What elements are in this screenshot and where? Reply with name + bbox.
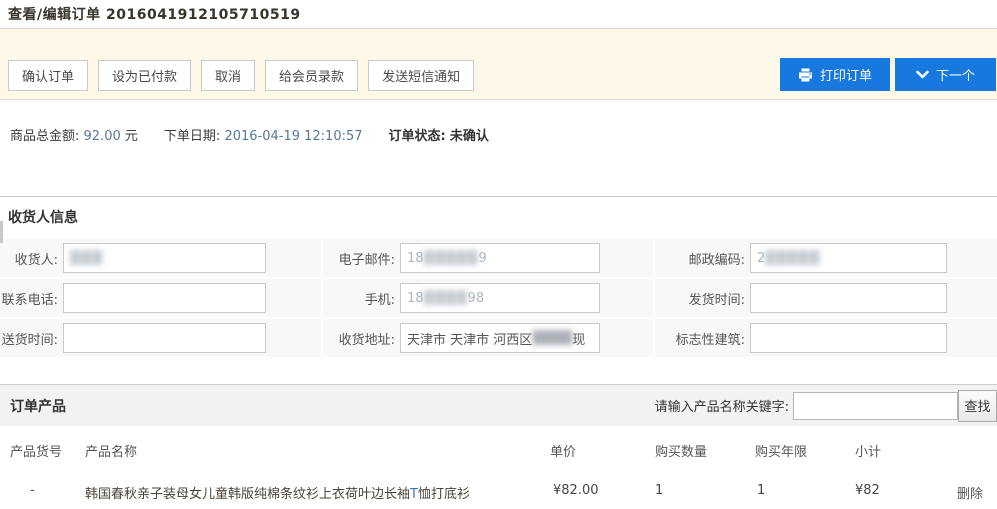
col-header-subtotal: 小计: [845, 426, 940, 469]
products-table: 产品货号 产品名称 单价 购买数量 购买年限 小计 - 韩国春秋亲子装母女儿童韩…: [0, 426, 997, 509]
product-sku-cell: -: [0, 469, 75, 509]
cancel-button[interactable]: 取消: [201, 60, 255, 91]
consignee-name-input[interactable]: ▓▓▓: [63, 243, 266, 273]
product-years-cell: 1: [745, 469, 845, 509]
mobile-visible-prefix: 18: [407, 291, 424, 306]
email-visible-prefix: 18: [407, 251, 424, 266]
print-order-label: 打印订单: [820, 65, 872, 84]
send-sms-button[interactable]: 发送短信通知: [368, 60, 474, 91]
order-date-value: 2016-04-19 12:10:57: [224, 129, 362, 144]
field-consignee-name: 收货人: ▓▓▓: [0, 239, 321, 277]
col-header-years: 购买年限: [745, 426, 845, 469]
order-summary: 商品总金额: 92.00 元 下单日期: 2016-04-19 12:10:57…: [0, 100, 997, 162]
field-address: 收货地址: 天津市 天津市 河西区▓▓▓▓现: [323, 319, 653, 357]
email-input[interactable]: 18▓▓▓▓▓9: [400, 243, 600, 273]
panel-collapse-handle[interactable]: [0, 221, 3, 243]
order-status: 订单状态: 未确认: [389, 125, 489, 144]
col-header-quantity: 购买数量: [645, 426, 745, 469]
product-name-cell: 韩国春秋亲子装母女儿童韩版纯棉条纹衫上衣荷叶边长袖T恤打底衫: [75, 469, 540, 509]
product-search-button[interactable]: 查找: [958, 390, 997, 422]
total-amount: 商品总金额: 92.00 元: [10, 125, 138, 144]
total-amount-value: 92.00: [84, 129, 121, 144]
delivery-time-input[interactable]: [63, 323, 266, 353]
redacted-text: ▓▓▓▓: [532, 331, 572, 346]
product-name-text: 韩国春秋亲子装母女儿童韩版纯棉条纹衫上衣荷叶边长袖: [85, 487, 410, 502]
toolbar-left-group: 确认订单 设为已付款 取消 给会员录款 发送短信通知: [8, 60, 474, 91]
delete-product-link[interactable]: 删除: [957, 487, 983, 502]
record-member-payment-button[interactable]: 给会员录款: [265, 60, 358, 91]
col-header-action: [940, 426, 997, 469]
redacted-text: ▓▓▓▓▓: [424, 251, 479, 266]
product-price-cell: ¥82.00: [540, 469, 645, 509]
phone-input[interactable]: [63, 283, 266, 313]
product-name-highlight: T: [410, 487, 418, 502]
order-date-label: 下单日期:: [164, 129, 220, 144]
field-landmark: 标志性建筑:: [655, 319, 997, 357]
print-order-button[interactable]: 打印订单: [780, 58, 890, 91]
product-search-label: 请输入产品名称关键字:: [655, 396, 789, 415]
product-quantity-cell: 1: [645, 469, 745, 509]
consignee-section-title: 收货人信息: [0, 197, 997, 233]
field-delivery-time: 送货时间:: [0, 319, 321, 357]
address-input[interactable]: 天津市 天津市 河西区▓▓▓▓现: [400, 323, 600, 353]
col-header-sku: 产品货号: [0, 426, 75, 469]
address-visible-prefix: 天津市 天津市 河西区: [407, 329, 532, 348]
delivery-time-label: 送货时间:: [0, 329, 58, 348]
address-visible-suffix: 现: [572, 329, 585, 348]
ship-time-input[interactable]: [750, 283, 947, 313]
products-section-header: 订单产品 请输入产品名称关键字: 查找: [0, 384, 997, 426]
address-label: 收货地址:: [323, 329, 395, 348]
printer-icon: [798, 68, 813, 82]
order-status-label: 订单状态:: [389, 129, 446, 144]
product-action-cell: 删除: [940, 469, 997, 509]
consignee-form: 收货人: ▓▓▓ 电子邮件: 18▓▓▓▓▓9 邮政编码: 2▓▓▓▓▓ 联系电…: [0, 239, 997, 357]
product-search-group: 请输入产品名称关键字: 查找: [655, 390, 997, 422]
postcode-visible-prefix: 2: [757, 251, 765, 266]
mobile-visible-suffix: 98: [468, 291, 485, 306]
mobile-label: 手机:: [323, 289, 395, 308]
consignee-name-label: 收货人:: [0, 249, 58, 268]
page-title: 查看/编辑订单 2016041912105710519: [8, 4, 301, 24]
redacted-text: ▓▓▓▓: [424, 291, 468, 306]
product-search-input[interactable]: [793, 392, 958, 420]
order-toolbar: 确认订单 设为已付款 取消 给会员录款 发送短信通知 打印订单 下一个: [0, 29, 997, 100]
email-label: 电子邮件:: [323, 249, 395, 268]
postcode-input[interactable]: 2▓▓▓▓▓: [750, 243, 947, 273]
field-mobile: 手机: 18▓▓▓▓98: [323, 279, 653, 317]
product-subtotal-cell: ¥82: [845, 469, 940, 509]
redacted-text: ▓▓▓: [70, 251, 103, 266]
field-postcode: 邮政编码: 2▓▓▓▓▓: [655, 239, 997, 277]
next-order-button[interactable]: 下一个: [895, 58, 996, 91]
chevron-down-icon: [916, 70, 929, 79]
products-section-title: 订单产品: [10, 396, 66, 416]
landmark-input[interactable]: [750, 323, 947, 353]
consignee-section: 收货人信息 收货人: ▓▓▓ 电子邮件: 18▓▓▓▓▓9 邮政编码: 2▓▓▓…: [0, 196, 997, 357]
order-status-badge: 未确认: [450, 129, 489, 144]
confirm-order-button[interactable]: 确认订单: [8, 60, 88, 91]
set-paid-button[interactable]: 设为已付款: [98, 60, 191, 91]
col-header-name: 产品名称: [75, 426, 540, 469]
product-name-text-tail: 恤打底衫: [418, 487, 470, 502]
order-date: 下单日期: 2016-04-19 12:10:57: [164, 125, 363, 144]
email-visible-suffix: 9: [479, 251, 487, 266]
mobile-input[interactable]: 18▓▓▓▓98: [400, 283, 600, 313]
total-amount-label: 商品总金额:: [10, 129, 79, 144]
toolbar-right-group: 打印订单 下一个: [780, 58, 996, 91]
col-header-price: 单价: [540, 426, 645, 469]
field-email: 电子邮件: 18▓▓▓▓▓9: [323, 239, 653, 277]
postcode-label: 邮政编码:: [655, 249, 745, 268]
landmark-label: 标志性建筑:: [655, 329, 745, 348]
page-header: 查看/编辑订单 2016041912105710519: [0, 0, 997, 29]
redacted-text: ▓▓▓▓▓: [765, 251, 820, 266]
field-phone: 联系电话:: [0, 279, 321, 317]
next-order-label: 下一个: [936, 65, 975, 84]
phone-label: 联系电话:: [0, 289, 58, 308]
ship-time-label: 发货时间:: [655, 289, 745, 308]
field-ship-time: 发货时间:: [655, 279, 997, 317]
total-amount-unit: 元: [125, 129, 138, 144]
